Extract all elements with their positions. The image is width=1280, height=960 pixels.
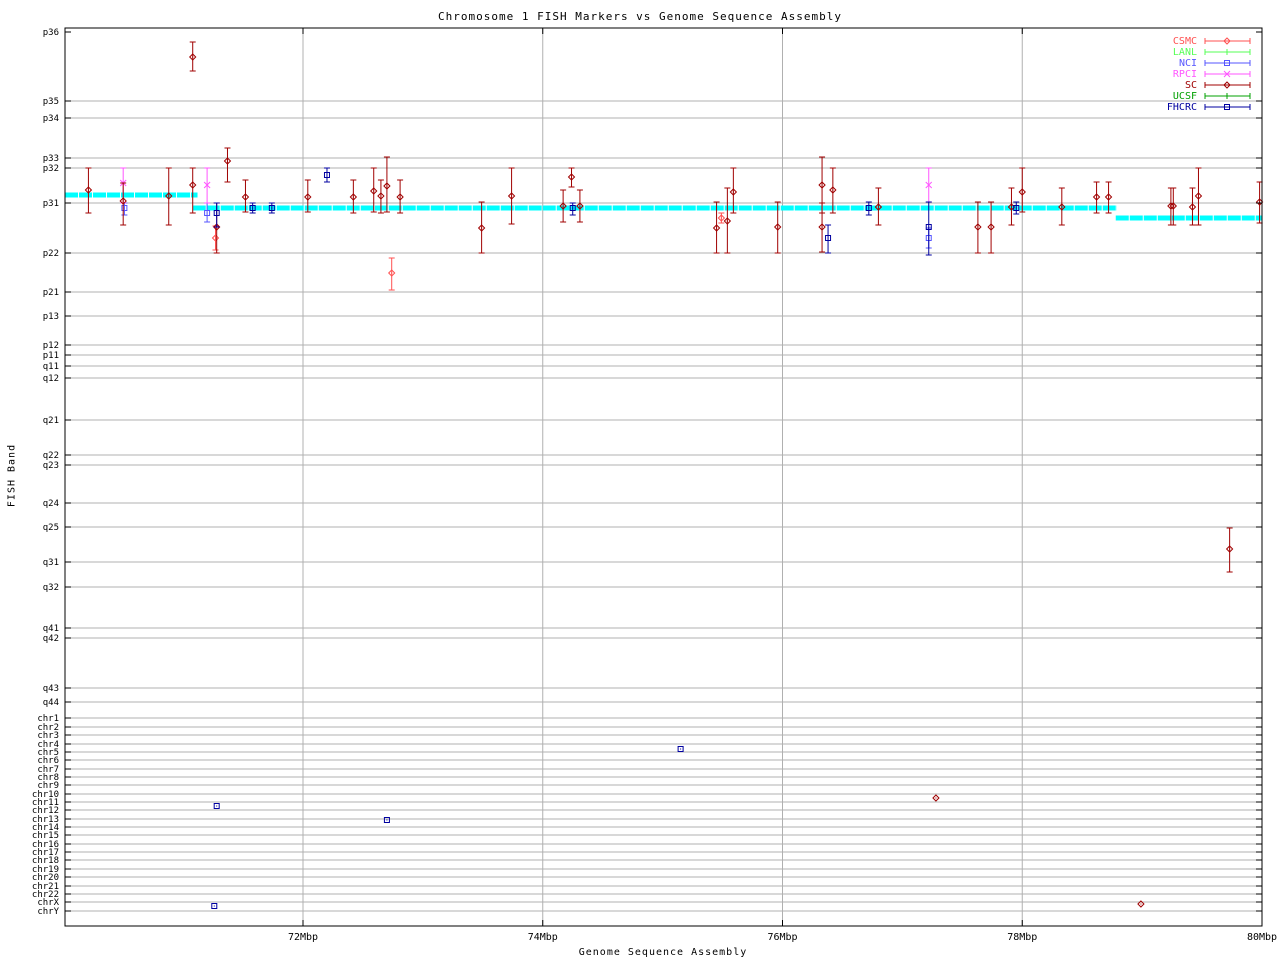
y-tick-label: chrY: [37, 907, 59, 917]
marker-square: [213, 803, 220, 809]
plot-area: p36 p35 p34 p33p32 p31 p22 p21 p13 p12p11q11 q12 q…: [32, 27, 1277, 943]
y-tick-label: p13: [43, 312, 59, 322]
y-tick-label: q22: [43, 451, 59, 461]
legend-label-LANL: LANL: [1173, 47, 1197, 58]
tick-labels: p36 p35 p34 p33p32 p31 p22 p21 p13 p12p11q11 q12 q…: [32, 28, 1277, 943]
legend-label-RPCI: RPCI: [1173, 69, 1197, 80]
y-tick-label: q41: [43, 624, 59, 634]
y-tick-label: p12: [43, 341, 59, 351]
legend-label-UCSF: UCSF: [1173, 91, 1197, 102]
legend-label-NCI: NCI: [1179, 58, 1197, 69]
marker-plus: [1224, 93, 1230, 99]
y-tick-label: p34: [43, 114, 59, 124]
y-tick-label: p32: [43, 164, 59, 174]
x-tick-label: 74Mbp: [528, 932, 558, 943]
series-CSMC: [211, 212, 726, 291]
y-tick-label: p21: [43, 288, 59, 298]
y-tick-label: q24: [43, 499, 59, 509]
y-tick-label: q23: [43, 461, 59, 471]
legend-label-FHCRC: FHCRC: [1167, 102, 1197, 113]
y-tick-label: q21: [43, 416, 59, 426]
series-RPCI: [119, 167, 933, 204]
x-tick-label: 76Mbp: [767, 932, 797, 943]
legend-label-CSMC: CSMC: [1173, 36, 1197, 47]
y-tick-label: q32: [43, 583, 59, 593]
x-tick-label: 78Mbp: [1007, 932, 1037, 943]
marker-square: [211, 903, 218, 909]
axes: [64, 27, 1263, 927]
x-tick-label: 80Mbp: [1247, 932, 1277, 943]
y-tick-label: q42: [43, 634, 59, 644]
legend-label-SC: SC: [1185, 80, 1197, 91]
y-tick-label: q11: [43, 362, 59, 372]
y-tick-label: p33: [43, 154, 59, 164]
marker-square: [383, 817, 390, 823]
y-tick-label: q25: [43, 523, 59, 533]
y-tick-label: q12: [43, 374, 59, 384]
series-FHCRC: [211, 167, 1020, 909]
fish-marker-plot-page: { "chart_data": { "type": "scatter", "ti…: [0, 0, 1280, 960]
y-tick-label: p31: [43, 199, 59, 209]
y-tick-label: q43: [43, 684, 59, 694]
y-tick-label: p35: [43, 97, 59, 107]
y-tick-label: q44: [43, 698, 59, 708]
marker-plus: [1224, 49, 1230, 55]
y-tick-label: p36: [43, 28, 59, 38]
marker-diamond: [932, 794, 940, 802]
marker-square: [677, 746, 684, 752]
gridlines: [66, 29, 1261, 925]
y-tick-label: p22: [43, 249, 59, 259]
y-tick-label: p11: [43, 351, 59, 361]
y-tick-label: q31: [43, 558, 59, 568]
x-tick-label: 72Mbp: [288, 932, 318, 943]
